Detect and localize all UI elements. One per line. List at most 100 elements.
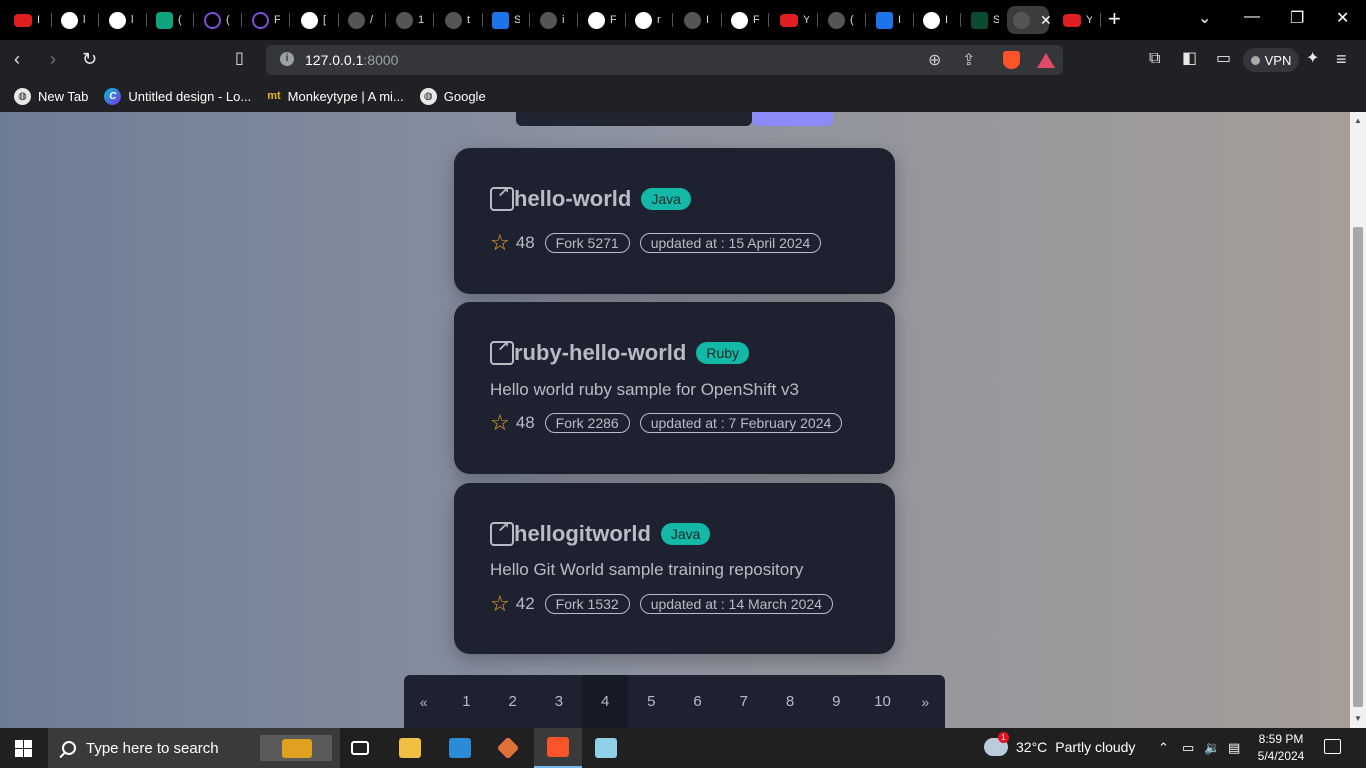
gear-icon	[540, 11, 557, 29]
browser-tab[interactable]: 1	[390, 6, 434, 34]
sidebar-icon[interactable]: ◧	[1182, 49, 1197, 69]
vpn-button[interactable]: VPN	[1243, 48, 1299, 72]
system-clock[interactable]: 8:59 PM 5/4/2024	[1252, 731, 1310, 765]
browser-tab[interactable]: S	[486, 6, 530, 34]
bookmark-google[interactable]: ◍ Google	[419, 87, 486, 105]
task-view-icon[interactable]	[336, 728, 384, 768]
browser-tab[interactable]: I	[870, 6, 914, 34]
search-input[interactable]	[516, 112, 752, 126]
search-highlight-icon[interactable]	[260, 735, 332, 761]
pagination-prev[interactable]: «	[404, 675, 443, 728]
tab-search-chevron-icon[interactable]: ⌄	[1198, 8, 1211, 28]
brave-shields-icon[interactable]	[1003, 51, 1020, 69]
browser-tab[interactable]: I	[8, 6, 52, 34]
external-link-icon[interactable]	[490, 518, 514, 546]
browser-tab[interactable]: S	[965, 6, 1009, 34]
brave-rewards-icon[interactable]	[1037, 53, 1055, 68]
browser-tab[interactable]: (	[150, 6, 194, 34]
external-link-icon[interactable]	[490, 337, 514, 365]
browser-tab[interactable]: I	[678, 6, 722, 34]
pagination-page[interactable]: 3	[536, 675, 582, 728]
menu-icon[interactable]: ≡	[1336, 49, 1347, 69]
browser-tab[interactable]: [	[295, 6, 339, 34]
back-icon[interactable]: ‹	[14, 49, 20, 69]
notepad-icon[interactable]	[582, 728, 630, 768]
browser-tab[interactable]: /	[342, 6, 386, 34]
pagination-page[interactable]: 6	[674, 675, 720, 728]
restore-icon[interactable]: ❐	[1290, 8, 1304, 28]
reload-icon[interactable]: ↻	[82, 49, 97, 69]
pagination-page[interactable]: 5	[628, 675, 674, 728]
pagination-page[interactable]: 7	[721, 675, 767, 728]
volume-icon[interactable]: 🔉	[1204, 740, 1220, 756]
fork-count: Fork 2286	[544, 413, 630, 433]
window-close-icon[interactable]: ✕	[1336, 8, 1349, 28]
browser-tab[interactable]: F	[582, 6, 626, 34]
pagination-page[interactable]: 9	[813, 675, 859, 728]
browser-tab[interactable]: F	[246, 6, 290, 34]
pagination-page-current[interactable]: 4	[582, 675, 629, 728]
browser-tab[interactable]: t	[439, 6, 483, 34]
forward-icon[interactable]: ›	[50, 49, 56, 69]
external-link-icon[interactable]	[490, 183, 514, 211]
address-bar[interactable]: i 127.0.0.1:8000 ⊕ ⇪	[266, 45, 1063, 75]
browser-tab[interactable]: l	[55, 6, 99, 34]
scroll-up-icon[interactable]: ▲	[1354, 116, 1362, 125]
tab-active[interactable]: (✕	[1007, 6, 1052, 34]
microsoft-icon	[204, 11, 221, 29]
browser-tab[interactable]: l	[103, 6, 147, 34]
wallet-icon[interactable]: ▭	[1216, 49, 1231, 69]
tab-title: F	[753, 14, 759, 26]
notification-center-icon[interactable]	[1324, 739, 1341, 754]
pagination-page[interactable]: 1	[443, 675, 489, 728]
bookmark-new-tab[interactable]: ◍ New Tab	[14, 87, 88, 105]
page-scrollbar[interactable]: ▲ ▼	[1350, 112, 1366, 728]
site-info-icon[interactable]: i	[280, 52, 294, 66]
network-icon[interactable]: ▤	[1228, 740, 1240, 756]
scroll-down-icon[interactable]: ▼	[1354, 714, 1362, 723]
bookmark-monkeytype[interactable]: mt Monkeytype | A mi...	[267, 88, 404, 105]
tab-close-icon[interactable]: ✕	[1040, 12, 1052, 29]
bookmark-icon[interactable]: ▯	[235, 49, 244, 69]
tab-separator	[672, 13, 673, 27]
browser-tab[interactable]: (	[198, 6, 242, 34]
weather-widget[interactable]: 1 32°C Partly cloudy	[984, 732, 1135, 756]
repo-name[interactable]: hello-world	[514, 186, 631, 212]
browser-tab[interactable]: I	[917, 6, 961, 34]
browser-tab[interactable]: F	[725, 6, 769, 34]
leo-ai-icon[interactable]: ✦	[1306, 49, 1319, 69]
url-text[interactable]: 127.0.0.1:8000	[305, 52, 398, 68]
battery-icon[interactable]: ▭	[1182, 740, 1194, 756]
browser-tab[interactable]: r	[629, 6, 673, 34]
browser-tab[interactable]: i	[534, 6, 578, 34]
repo-name[interactable]: ruby-hello-world	[514, 340, 686, 366]
person-icon	[396, 11, 413, 29]
tray-chevron-icon[interactable]: ⌃	[1158, 740, 1169, 756]
search-button[interactable]	[752, 112, 833, 126]
share-icon[interactable]: ⇪	[962, 50, 975, 70]
new-tab-button[interactable]: +	[1108, 8, 1121, 30]
file-explorer-icon[interactable]	[386, 728, 434, 768]
git-icon[interactable]	[484, 728, 532, 768]
pagination-page[interactable]: 2	[490, 675, 536, 728]
repo-name[interactable]: hellogitworld	[514, 521, 651, 547]
extensions-icon[interactable]: ⧉	[1149, 49, 1160, 69]
search-icon	[62, 741, 76, 755]
windows-start-icon[interactable]	[15, 740, 32, 757]
scroll-thumb[interactable]	[1353, 227, 1363, 707]
pagination-page[interactable]: 8	[767, 675, 813, 728]
browser-tab[interactable]: Y	[774, 6, 818, 34]
pagination-page[interactable]: 10	[859, 675, 905, 728]
bookmark-canva[interactable]: C Untitled design - Lo...	[104, 87, 251, 105]
browser-tab[interactable]: Y	[1057, 6, 1101, 34]
tab-separator	[913, 13, 914, 27]
pagination-next[interactable]: »	[906, 675, 945, 728]
tab-title: I	[945, 14, 949, 26]
minimize-icon[interactable]: —	[1244, 8, 1260, 26]
brave-icon[interactable]	[534, 728, 582, 768]
zoom-icon[interactable]: ⊕	[928, 50, 941, 70]
globe-icon	[445, 11, 462, 29]
browser-tab[interactable]: (	[822, 6, 866, 34]
fork-count: Fork 5271	[544, 233, 630, 253]
vscode-icon[interactable]	[436, 728, 484, 768]
